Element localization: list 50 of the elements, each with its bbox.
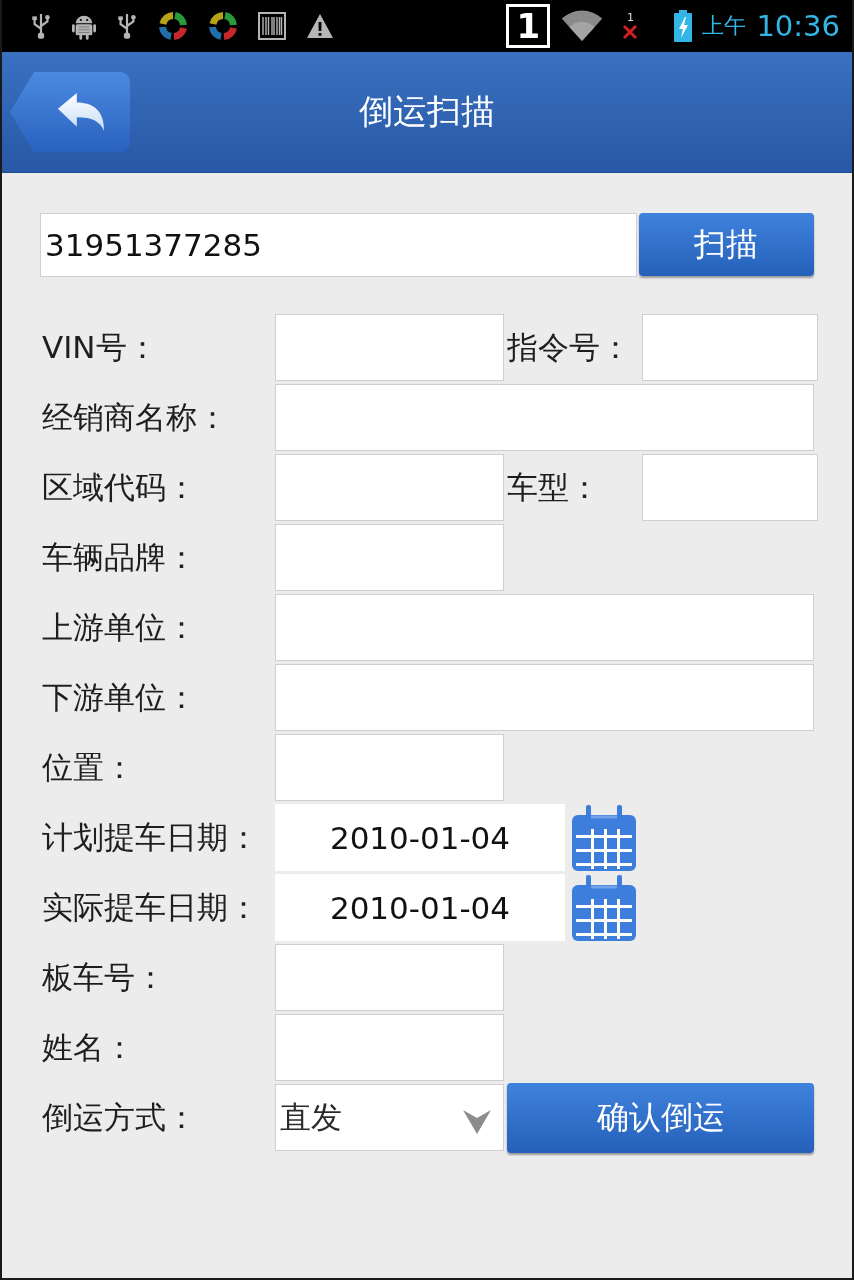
confirm-button[interactable]: 确认倒运 (507, 1082, 814, 1153)
barcode-icon (258, 12, 286, 40)
input-field[interactable] (275, 664, 814, 731)
sim-number: 1 (626, 12, 634, 24)
input-field[interactable] (275, 944, 504, 1011)
input-field[interactable] (275, 594, 814, 661)
ring-icon (158, 11, 188, 41)
scan-input[interactable]: 31951377285 (40, 213, 637, 277)
field-label: 板车号： (41, 957, 167, 997)
input-field[interactable] (275, 524, 504, 591)
back-arrow-icon (55, 91, 107, 133)
no-signal-cross-icon (622, 24, 639, 40)
field-label: 下游单位： (41, 677, 198, 717)
usb-icon (30, 12, 52, 40)
input-field[interactable] (275, 1014, 504, 1081)
field-label: 车型： (507, 467, 601, 507)
field-label: 倒运方式： (41, 1097, 198, 1137)
input-field[interactable] (275, 314, 504, 381)
page-title: 倒运扫描 (359, 90, 495, 133)
input-field[interactable] (642, 314, 818, 381)
usb-icon (116, 12, 138, 40)
date-field[interactable]: 2010-01-04 (275, 804, 565, 871)
dropdown[interactable]: 直发 (275, 1084, 504, 1151)
input-field[interactable] (275, 734, 504, 801)
notification-count-badge: 1 (506, 4, 551, 48)
warning-icon (306, 13, 334, 39)
field-label: 指令号： (507, 327, 632, 367)
field-label: 车辆品牌： (41, 537, 198, 577)
time-period: 上午 (702, 12, 747, 40)
input-field[interactable] (642, 454, 818, 521)
input-field[interactable] (275, 384, 814, 451)
charging-battery-icon (674, 10, 693, 42)
back-button[interactable] (10, 72, 130, 152)
field-label: 姓名： (41, 1027, 136, 1067)
chevron-down-icon (463, 1109, 491, 1134)
calendar-icon[interactable] (572, 874, 636, 941)
calendar-icon[interactable] (572, 804, 636, 871)
scan-button[interactable]: 扫描 (638, 213, 814, 276)
field-label: 上游单位： (41, 607, 198, 647)
field-label: 计划提车日期： (41, 817, 260, 857)
wifi-icon (560, 10, 605, 42)
field-label: 位置： (41, 747, 136, 787)
field-label: VIN号： (41, 327, 159, 367)
input-field[interactable] (275, 454, 504, 521)
clock-time: 10:36 (756, 9, 840, 43)
field-label: 实际提车日期： (41, 887, 260, 927)
field-label: 区域代码： (41, 467, 198, 507)
field-label: 经销商名称： (41, 397, 229, 437)
ring-icon (208, 11, 238, 41)
date-field[interactable]: 2010-01-04 (275, 874, 565, 941)
